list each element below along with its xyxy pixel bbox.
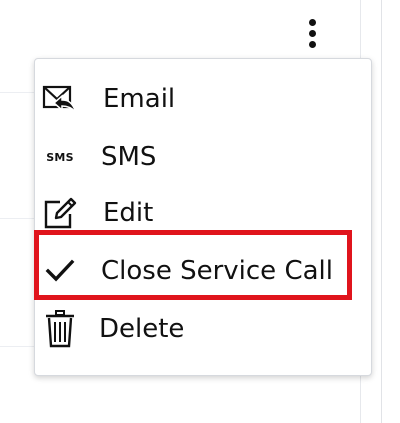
menu-item-label: Email: [103, 84, 176, 114]
menu-item-email[interactable]: Email: [35, 71, 371, 127]
kebab-menu-icon[interactable]: [300, 16, 326, 52]
checkmark-icon: [41, 252, 79, 290]
menu-item-label: SMS: [101, 142, 157, 172]
email-reply-icon: [41, 80, 79, 118]
menu-item-label: Delete: [99, 314, 185, 344]
sms-icon: SMS: [41, 138, 79, 176]
actions-menu: Email SMS SMS Edit Close Service Call De…: [34, 58, 372, 376]
sms-icon-text: SMS: [46, 150, 74, 164]
menu-item-label: Close Service Call: [101, 256, 333, 286]
menu-item-delete[interactable]: Delete: [35, 301, 371, 357]
edit-pencil-icon: [41, 194, 79, 232]
scrollbar-track[interactable]: [381, 0, 382, 423]
menu-item-label: Edit: [103, 198, 154, 228]
trash-icon: [41, 310, 79, 348]
menu-item-edit[interactable]: Edit: [35, 185, 371, 241]
menu-item-close-service-call[interactable]: Close Service Call: [35, 243, 371, 299]
menu-item-sms[interactable]: SMS SMS: [35, 129, 371, 185]
